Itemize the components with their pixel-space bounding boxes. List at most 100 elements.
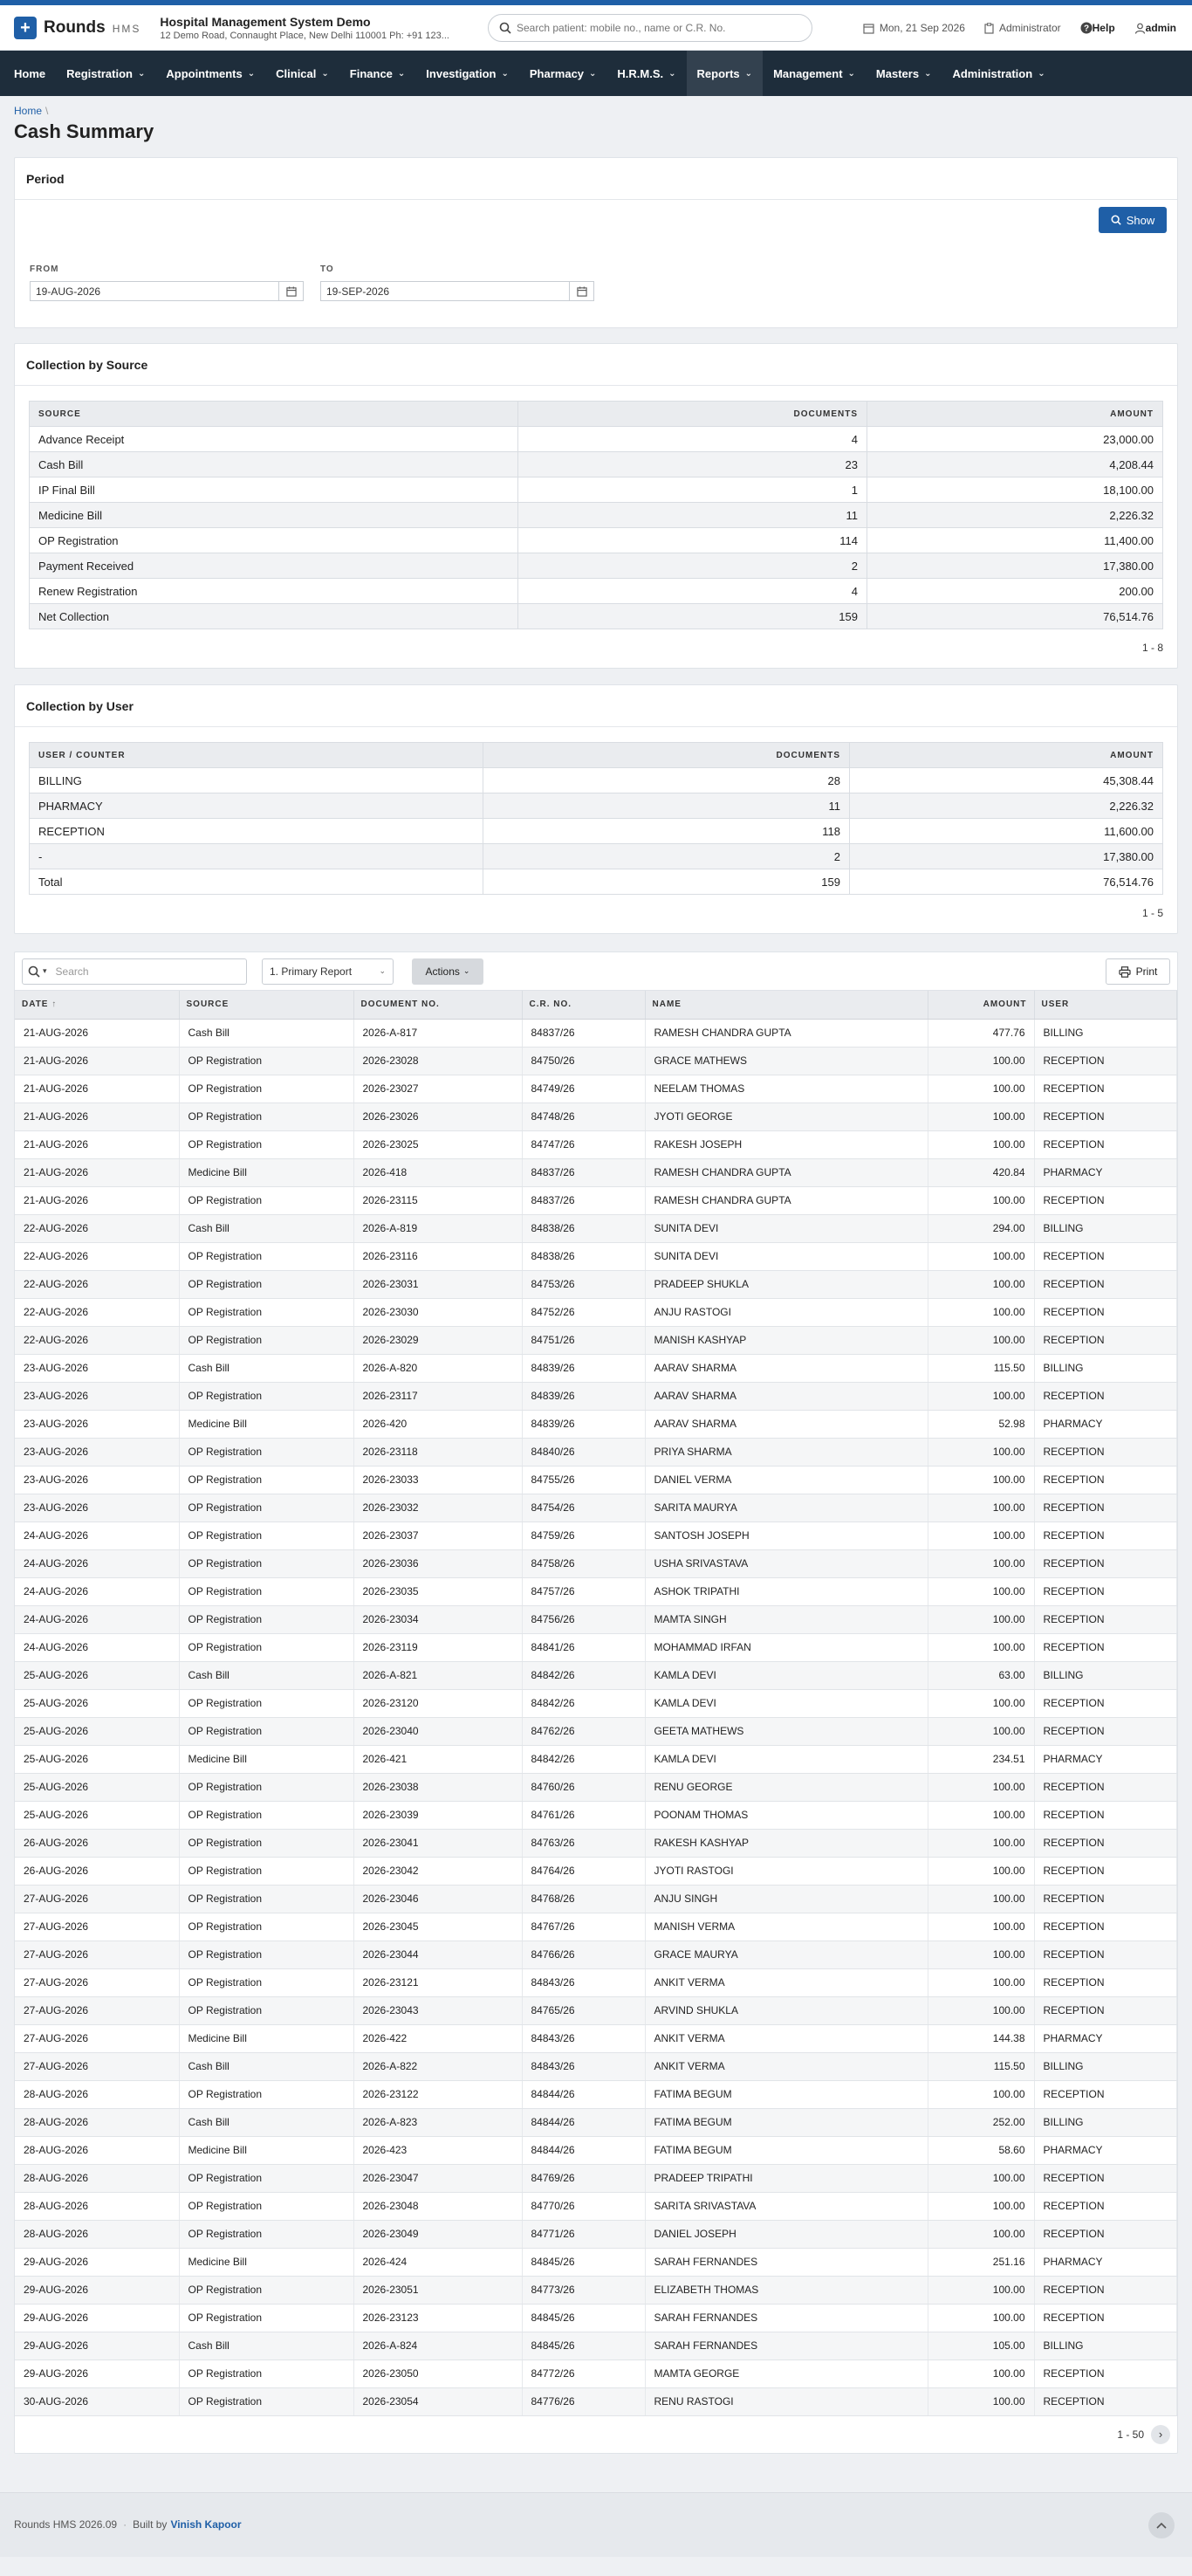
table-row[interactable]: 21-AUG-2026 Medicine Bill 2026-418 84837/26… bbox=[15, 1158, 1177, 1187]
nav-finance[interactable]: Finance ⌄ bbox=[339, 51, 416, 96]
nav-pharmacy[interactable]: Pharmacy ⌄ bbox=[519, 51, 607, 96]
table-row[interactable]: 25-AUG-2026 OP Registration 2026-23039 8476… bbox=[15, 1801, 1177, 1830]
column-header-cr[interactable]: C.R. NO. bbox=[522, 991, 646, 1020]
table-row[interactable]: 27-AUG-2026 Medicine Bill 2026-422 84843/26… bbox=[15, 2024, 1177, 2053]
nav-appointments[interactable]: Appointments ⌄ bbox=[155, 51, 265, 96]
calendar-icon[interactable] bbox=[279, 281, 304, 301]
table-row[interactable]: 27-AUG-2026 OP Registration 2026-23046 8476… bbox=[15, 1885, 1177, 1913]
cell-document-no: 2026-23026 bbox=[353, 1103, 523, 1131]
table-row[interactable]: 29-AUG-2026 Medicine Bill 2026-424 84845/26… bbox=[15, 2248, 1177, 2277]
nav-hrms[interactable]: H.R.M.S. ⌄ bbox=[606, 51, 686, 96]
table-row[interactable]: 28-AUG-2026 Cash Bill 2026-A-823 84844/26 FA… bbox=[15, 2108, 1177, 2137]
column-header-amount[interactable]: AMOUNT bbox=[928, 991, 1035, 1020]
nav-administration[interactable]: Administration ⌄ bbox=[942, 51, 1055, 96]
table-row[interactable]: 28-AUG-2026 OP Registration 2026-23047 8476… bbox=[15, 2164, 1177, 2193]
calendar-icon[interactable] bbox=[570, 281, 594, 301]
table-row[interactable]: 23-AUG-2026 Cash Bill 2026-A-820 84839/26 AA… bbox=[15, 1354, 1177, 1383]
table-row[interactable]: 25-AUG-2026 Medicine Bill 2026-421 84842/26… bbox=[15, 1745, 1177, 1774]
table-row[interactable]: 24-AUG-2026 OP Registration 2026-23034 8475… bbox=[15, 1605, 1177, 1634]
cell-user: PHARMACY bbox=[1034, 2248, 1177, 2277]
table-row[interactable]: 23-AUG-2026 OP Registration 2026-23033 8475… bbox=[15, 1466, 1177, 1494]
table-row[interactable]: 29-AUG-2026 OP Registration 2026-23123 8484… bbox=[15, 2304, 1177, 2332]
table-row[interactable]: 28-AUG-2026 OP Registration 2026-23048 8477… bbox=[15, 2192, 1177, 2221]
table-row[interactable]: 29-AUG-2026 OP Registration 2026-23051 8477… bbox=[15, 2276, 1177, 2305]
print-button[interactable]: Print bbox=[1106, 958, 1170, 985]
to-date-input[interactable]: 19-SEP-2026 bbox=[320, 281, 570, 301]
table-row[interactable]: 29-AUG-2026 Cash Bill 2026-A-824 84845/26 SA… bbox=[15, 2332, 1177, 2360]
list-search-input[interactable]: Search bbox=[56, 965, 89, 978]
patient-search[interactable] bbox=[488, 14, 812, 42]
next-page-icon[interactable]: › bbox=[1151, 2424, 1170, 2444]
column-header-source[interactable]: SOURCE bbox=[179, 991, 354, 1020]
table-row[interactable]: 23-AUG-2026 OP Registration 2026-23118 8484… bbox=[15, 1438, 1177, 1467]
cell-date: 28-AUG-2026 bbox=[15, 2220, 180, 2249]
table-row[interactable]: 27-AUG-2026 OP Registration 2026-23043 8476… bbox=[15, 1996, 1177, 2025]
table-row[interactable]: 30-AUG-2026 OP Registration 2026-23054 8477… bbox=[15, 2387, 1177, 2416]
nav-reports[interactable]: Reports ⌄ bbox=[686, 51, 764, 96]
role-display[interactable]: Administrator bbox=[984, 22, 1061, 34]
table-row[interactable]: 28-AUG-2026 OP Registration 2026-23049 8477… bbox=[15, 2220, 1177, 2249]
table-row[interactable]: 25-AUG-2026 Cash Bill 2026-A-821 84842/26 KA… bbox=[15, 1661, 1177, 1690]
footer-author-link[interactable]: Vinish Kapoor bbox=[170, 2518, 241, 2531]
table-row[interactable]: 27-AUG-2026 OP Registration 2026-23044 8476… bbox=[15, 1941, 1177, 1969]
table-row[interactable]: 21-AUG-2026 OP Registration 2026-23026 8474… bbox=[15, 1103, 1177, 1131]
table-row[interactable]: 25-AUG-2026 OP Registration 2026-23038 8476… bbox=[15, 1773, 1177, 1802]
nav-investigation[interactable]: Investigation ⌄ bbox=[415, 51, 519, 96]
table-row[interactable]: 21-AUG-2026 Cash Bill 2026-A-817 84837/26 RA… bbox=[15, 1019, 1177, 1048]
table-row[interactable]: 24-AUG-2026 OP Registration 2026-23037 8475… bbox=[15, 1522, 1177, 1550]
table-row[interactable]: 24-AUG-2026 OP Registration 2026-23119 8484… bbox=[15, 1633, 1177, 1662]
table-row[interactable]: 27-AUG-2026 OP Registration 2026-23121 8484… bbox=[15, 1968, 1177, 1997]
table-row[interactable]: 21-AUG-2026 OP Registration 2026-23027 8474… bbox=[15, 1075, 1177, 1103]
current-date: Mon, 21 Sep 2026 bbox=[879, 22, 965, 34]
nav-masters[interactable]: Masters ⌄ bbox=[866, 51, 942, 96]
table-row[interactable]: 26-AUG-2026 OP Registration 2026-23041 8476… bbox=[15, 1829, 1177, 1858]
table-row[interactable]: 28-AUG-2026 OP Registration 2026-23122 8484… bbox=[15, 2080, 1177, 2109]
chevron-down-icon[interactable]: ▾ bbox=[43, 966, 47, 976]
list-search[interactable]: ▾ Search bbox=[22, 958, 247, 985]
table-row[interactable]: 28-AUG-2026 Medicine Bill 2026-423 84844/26… bbox=[15, 2136, 1177, 2165]
from-date-input[interactable]: 19-AUG-2026 bbox=[30, 281, 279, 301]
nav-management[interactable]: Management ⌄ bbox=[763, 51, 866, 96]
table-row[interactable]: 26-AUG-2026 OP Registration 2026-23042 8476… bbox=[15, 1857, 1177, 1886]
table-row[interactable]: 24-AUG-2026 OP Registration 2026-23035 8475… bbox=[15, 1577, 1177, 1606]
column-header-date[interactable]: DATE ↑ bbox=[15, 991, 180, 1020]
table-row[interactable]: 22-AUG-2026 OP Registration 2026-23029 8475… bbox=[15, 1326, 1177, 1355]
table-row[interactable]: 23-AUG-2026 OP Registration 2026-23117 8483… bbox=[15, 1382, 1177, 1411]
nav-registration[interactable]: Registration ⌄ bbox=[56, 51, 155, 96]
table-row[interactable]: 22-AUG-2026 Cash Bill 2026-A-819 84838/26 SU… bbox=[15, 1214, 1177, 1243]
report-select[interactable]: 1. Primary Report ⌄ bbox=[262, 958, 394, 985]
column-header-name[interactable]: NAME bbox=[645, 991, 928, 1020]
table-row[interactable]: 21-AUG-2026 OP Registration 2026-23115 8483… bbox=[15, 1186, 1177, 1215]
cell-cr-no: 84750/26 bbox=[522, 1047, 646, 1075]
back-to-top-icon[interactable] bbox=[1148, 2511, 1175, 2538]
table-row[interactable]: 24-AUG-2026 OP Registration 2026-23036 8475… bbox=[15, 1549, 1177, 1578]
table-row[interactable]: 25-AUG-2026 OP Registration 2026-23040 8476… bbox=[15, 1717, 1177, 1746]
table-row[interactable]: 21-AUG-2026 OP Registration 2026-23025 8474… bbox=[15, 1130, 1177, 1159]
breadcrumb-home[interactable]: Home bbox=[14, 105, 42, 117]
patient-search-input[interactable] bbox=[517, 22, 796, 34]
table-row[interactable]: 21-AUG-2026 OP Registration 2026-23028 8475… bbox=[15, 1047, 1177, 1075]
table-row[interactable]: 23-AUG-2026 Medicine Bill 2026-420 84839/26… bbox=[15, 1410, 1177, 1439]
nav-clinical[interactable]: Clinical ⌄ bbox=[265, 51, 339, 96]
app-logo[interactable]: + Rounds HMS bbox=[14, 16, 140, 39]
nav-label: Reports bbox=[696, 66, 740, 80]
user-menu[interactable]: admin bbox=[1134, 22, 1176, 34]
table-row[interactable]: 27-AUG-2026 Cash Bill 2026-A-822 84843/26 AN… bbox=[15, 2052, 1177, 2081]
cell-name: RAKESH KASHYAP bbox=[645, 1829, 928, 1858]
nav-home[interactable]: Home bbox=[3, 51, 56, 96]
show-button[interactable]: Show bbox=[1099, 207, 1167, 233]
cell-cr-no: 84842/26 bbox=[522, 1689, 646, 1718]
column-header-document[interactable]: DOCUMENT NO. bbox=[353, 991, 523, 1020]
table-row[interactable]: 22-AUG-2026 OP Registration 2026-23030 8475… bbox=[15, 1298, 1177, 1327]
table-row[interactable]: 25-AUG-2026 OP Registration 2026-23120 8484… bbox=[15, 1689, 1177, 1718]
table-row[interactable]: 22-AUG-2026 OP Registration 2026-23031 8475… bbox=[15, 1270, 1177, 1299]
table-row[interactable]: 29-AUG-2026 OP Registration 2026-23050 8477… bbox=[15, 2360, 1177, 2388]
column-header-user[interactable]: USER bbox=[1034, 991, 1177, 1020]
table-row[interactable]: 22-AUG-2026 OP Registration 2026-23116 8483… bbox=[15, 1242, 1177, 1271]
sort-ascending-icon[interactable]: ↑ bbox=[51, 999, 57, 1009]
table-row[interactable]: 23-AUG-2026 OP Registration 2026-23032 8475… bbox=[15, 1494, 1177, 1522]
help-link[interactable]: ? Help bbox=[1080, 22, 1115, 34]
cell-date: 27-AUG-2026 bbox=[15, 1996, 180, 2025]
actions-button[interactable]: Actions ⌄ bbox=[412, 958, 483, 985]
table-row[interactable]: 27-AUG-2026 OP Registration 2026-23045 8476… bbox=[15, 1913, 1177, 1941]
